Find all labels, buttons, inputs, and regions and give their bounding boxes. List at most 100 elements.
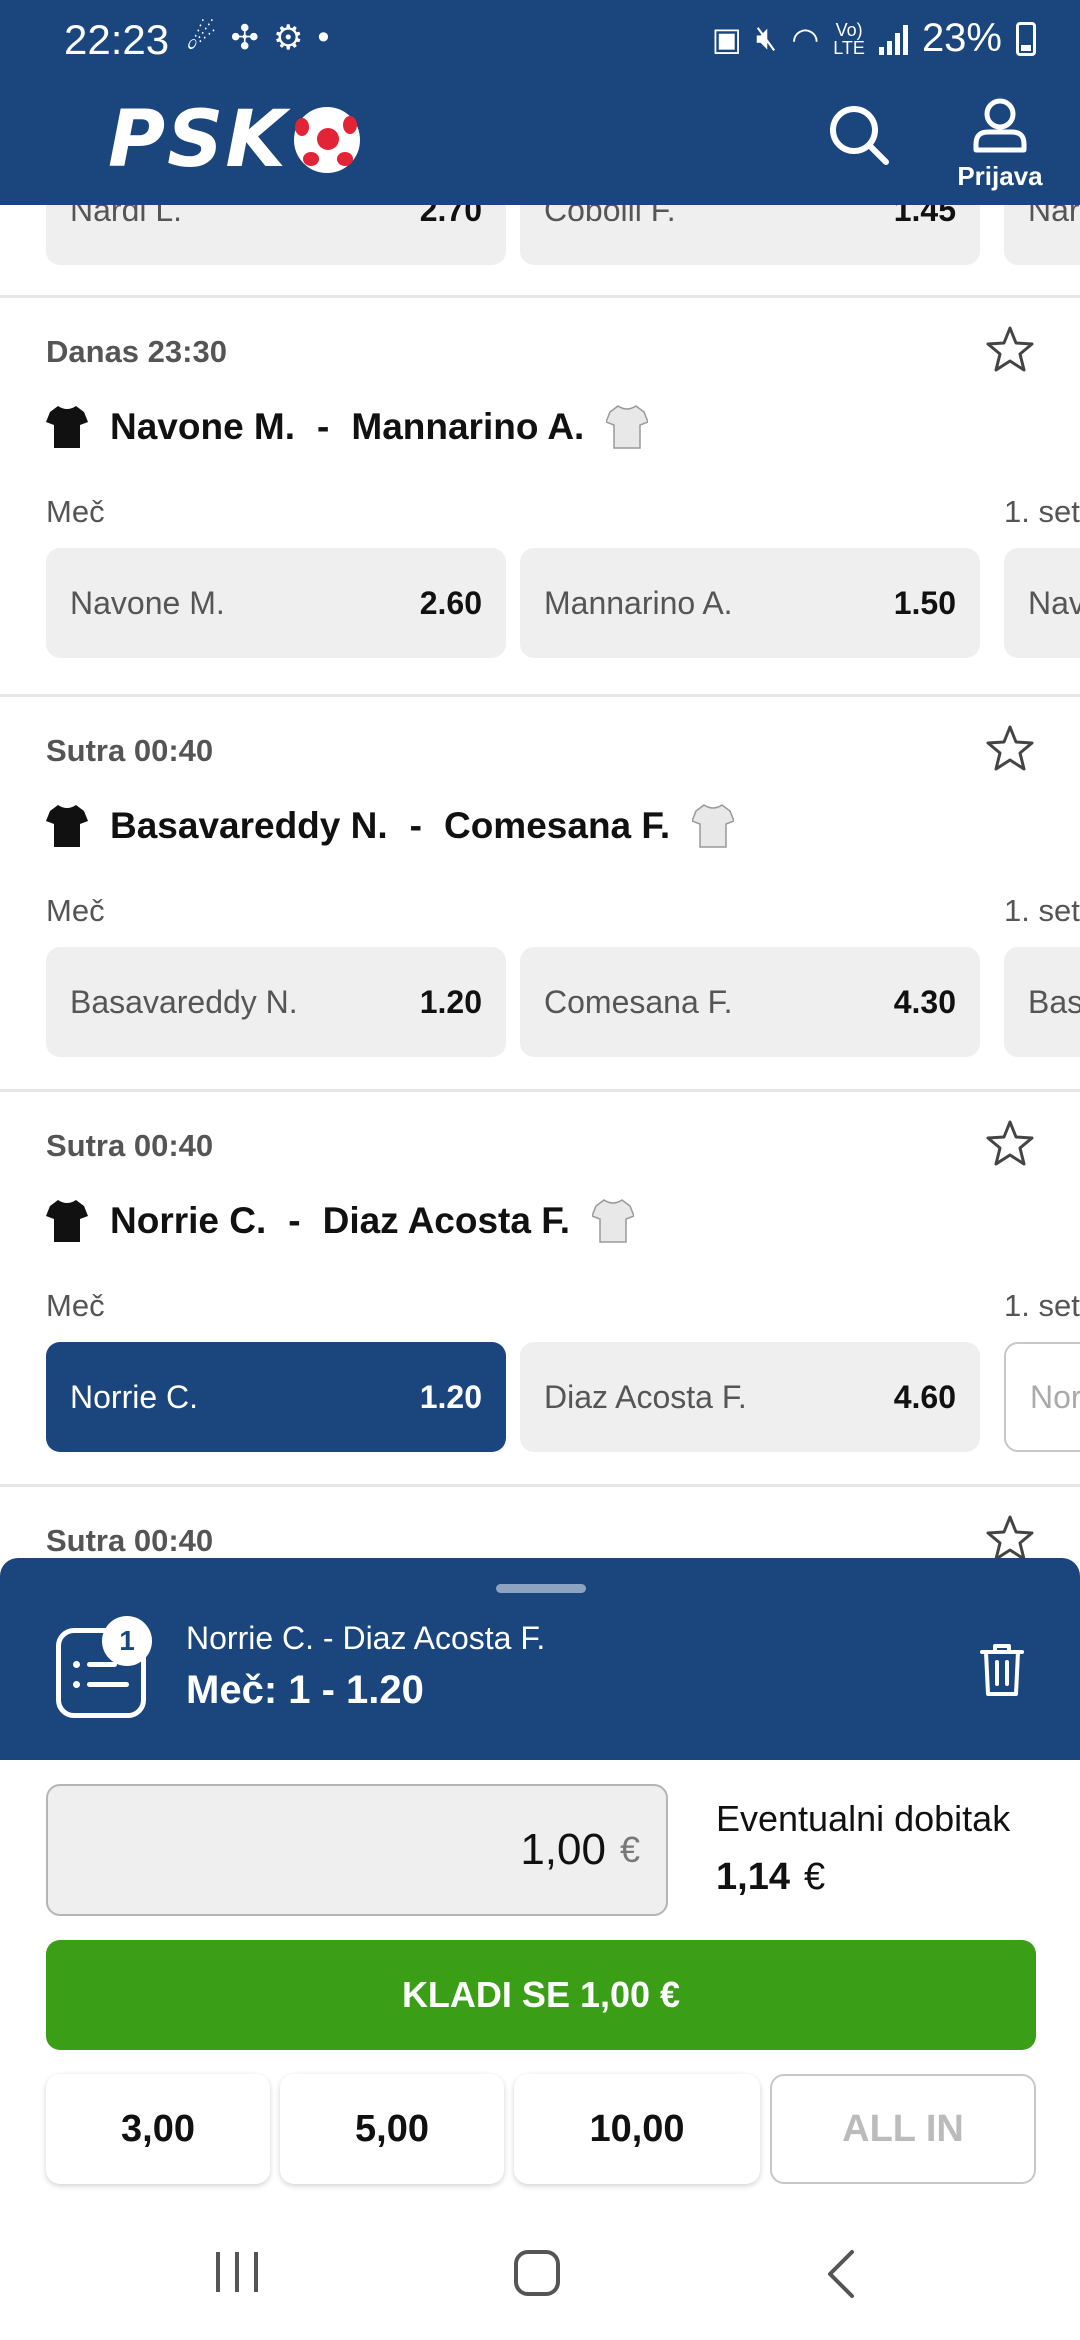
home-shirt-icon (46, 805, 88, 847)
home-team: Norrie C. (110, 1200, 267, 1241)
stake-currency: € (619, 1829, 640, 1870)
match-card: Danas 23:30 Navone M. - Mannarino A. Meč… (0, 298, 1080, 694)
match-time: Danas 23:30 (46, 334, 227, 369)
odd-label: Basavareddy N. (70, 983, 298, 1020)
odd-button-home[interactable]: Basavareddy N. 1.20 (46, 947, 506, 1057)
stake-value: 1,00 (520, 1825, 606, 1874)
market-label-set: 1. set (1004, 1288, 1080, 1323)
odd-value: 1.50 (893, 584, 956, 621)
odd-value: 1.20 (419, 1378, 482, 1415)
match-teams[interactable]: Norrie C. - Diaz Acosta F. (46, 1198, 635, 1244)
match-card: Sutra 00:40 Basavareddy N. - Comesana F.… (0, 697, 1080, 1093)
odd-button-set[interactable]: Nor (1004, 1342, 1080, 1452)
match-card: Sutra 00:40 (0, 1487, 1080, 1558)
odd-button-set[interactable]: Nav (1004, 548, 1080, 658)
app-header: 22:23 ☄ ✣ ⚙ • ▣ 🔇︎ ◠ Vo) LTE 23% PSK Pri… (0, 0, 1080, 205)
away-team: Diaz Acosta F. (322, 1200, 571, 1241)
status-notification-icons: ☄ ✣ ⚙ • (186, 18, 329, 58)
home-shirt-icon (46, 1200, 88, 1242)
market-label: Meč (46, 1288, 105, 1323)
place-bet-button[interactable]: KLADI SE 1,00 € (46, 1940, 1036, 2050)
market-label: Meč (46, 494, 105, 529)
home-icon[interactable] (514, 2250, 560, 2296)
odd-button-home[interactable]: Nardi L. 2.70 (46, 205, 506, 265)
away-shirt-icon (606, 405, 649, 449)
quick-stake-button[interactable]: 3,00 (46, 2074, 270, 2184)
system-nav-bar (0, 2220, 1080, 2340)
odd-label: Nar (1028, 205, 1080, 228)
match-time: Sutra 00:40 (46, 733, 214, 768)
psk-logo[interactable]: PSK (108, 95, 360, 185)
login-button[interactable]: Prijava (954, 96, 1046, 192)
odd-button-set[interactable]: Bas (1004, 947, 1080, 1057)
odd-label: Navone M. (70, 584, 225, 621)
market-label-set: 1. set (1004, 893, 1080, 928)
match-list[interactable]: Nardi L. 2.70 Cobolli F. 1.45 Nar Danas … (0, 205, 1080, 1558)
partial-match-row: Nardi L. 2.70 Cobolli F. 1.45 Nar (0, 205, 1080, 265)
favorite-star-icon[interactable] (984, 1513, 1036, 1558)
market-label: Meč (46, 893, 105, 928)
user-icon (973, 98, 1027, 153)
match-teams[interactable]: Basavareddy N. - Comesana F. (46, 803, 735, 849)
weather-icon: ☄ (186, 19, 217, 57)
status-time: 22:23 (64, 16, 170, 63)
market-label-set: 1. set (1004, 494, 1080, 529)
slip-match: Norrie C. - Diaz Acosta F. (186, 1620, 546, 1656)
home-team: Navone M. (110, 406, 296, 447)
back-icon[interactable] (822, 2248, 858, 2300)
odd-label: Nor (1030, 1378, 1080, 1415)
odd-button-set[interactable]: Nar (1004, 205, 1080, 265)
battery-icon (1016, 21, 1036, 56)
trash-icon[interactable] (978, 1642, 1026, 1698)
odd-value: 4.60 (893, 1378, 956, 1415)
match-teams[interactable]: Navone M. - Mannarino A. (46, 404, 649, 450)
mute-icon: 🔇︎ (755, 19, 778, 57)
battery-saver-icon: ▣ (711, 20, 742, 57)
drag-handle[interactable] (496, 1584, 586, 1593)
odd-label: Nav (1028, 584, 1080, 621)
odd-button-home[interactable]: Navone M. 2.60 (46, 548, 506, 658)
favorite-star-icon[interactable] (984, 723, 1036, 775)
football-icon (293, 107, 360, 173)
away-shirt-icon (592, 1199, 635, 1243)
logo-text: PSK (108, 95, 288, 185)
home-team: Basavareddy N. (110, 805, 388, 846)
team-separator: - (288, 1200, 301, 1241)
potential-win-value: 1,14 (716, 1856, 790, 1898)
potential-win-label: Eventualni dobitak (716, 1798, 1011, 1839)
bet-slip[interactable]: 1 Norrie C. - Diaz Acosta F. Meč: 1 - 1.… (0, 1558, 1080, 1760)
volte-icon: Vo) LTE (833, 19, 865, 58)
stake-input[interactable]: 1,00 € (46, 1784, 668, 1916)
home-shirt-icon (46, 406, 88, 448)
odd-value: 4.30 (893, 983, 956, 1020)
login-label: Prijava (957, 161, 1043, 191)
match-card: Sutra 00:40 Norrie C. - Diaz Acosta F. M… (0, 1092, 1080, 1488)
odd-label: Bas (1028, 983, 1080, 1020)
settings-icon: ⚙ (272, 19, 304, 57)
away-team: Mannarino A. (351, 406, 585, 447)
odd-button-away[interactable]: Comesana F. 4.30 (520, 947, 980, 1057)
odd-value: 1.20 (419, 983, 482, 1020)
potential-win-currency: € (803, 1856, 826, 1898)
wifi-icon: ◠ (791, 20, 820, 57)
recent-apps-icon[interactable] (216, 2252, 258, 2292)
odd-button-away[interactable]: Diaz Acosta F. 4.60 (520, 1342, 980, 1452)
away-shirt-icon (692, 804, 735, 848)
team-separator: - (317, 406, 330, 447)
favorite-star-icon[interactable] (984, 324, 1036, 376)
quick-stake-button[interactable]: 10,00 (514, 2074, 760, 2184)
odd-button-home-selected[interactable]: Norrie C. 1.20 (46, 1342, 506, 1452)
odd-label: Comesana F. (544, 983, 733, 1020)
status-system-icons: ▣ 🔇︎ ◠ Vo) LTE 23% (712, 16, 1036, 61)
odd-button-away[interactable]: Mannarino A. 1.50 (520, 548, 980, 658)
odd-label: Norrie C. (70, 1378, 199, 1415)
dot-icon: • (317, 18, 330, 56)
battery-percent: 23% (921, 16, 1002, 60)
odd-button-away[interactable]: Cobolli F. 1.45 (520, 205, 980, 265)
potential-win: 1,14 € (716, 1856, 825, 1899)
favorite-star-icon[interactable] (984, 1118, 1036, 1170)
all-in-button[interactable]: ALL IN (770, 2074, 1036, 2184)
quick-stake-button[interactable]: 5,00 (280, 2074, 504, 2184)
team-separator: - (409, 805, 422, 846)
search-button[interactable] (826, 102, 892, 168)
